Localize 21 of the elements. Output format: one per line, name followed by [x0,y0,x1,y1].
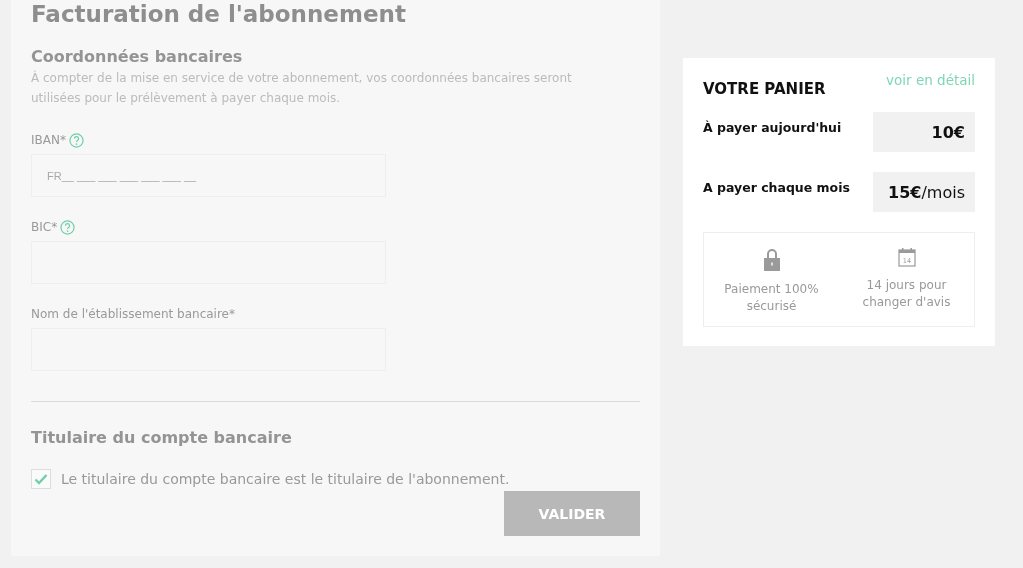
padlock-icon [762,247,781,271]
page-title: Facturation de l'abonnement [31,0,407,28]
assurance-text: Paiement 100% sécurisé [723,281,820,315]
price-amount: 15€/mois [873,172,975,212]
section-heading: Titulaire du compte bancaire [31,428,293,448]
checkbox-label: Le titulaire du compte bancaire est le titulaire de l'abonnement. [61,471,510,488]
input-field[interactable]: FR__ ___ ___ ___ ___ ___ __ [31,154,386,198]
field-label: BIC* [31,220,58,235]
cart-title: VOTRE PANIER [703,80,826,98]
field-label: Nom de l'établissement bancaire* [31,307,235,322]
section-heading: Coordonnées bancaires [31,47,244,67]
help-icon[interactable] [60,220,76,235]
checkbox[interactable] [31,469,51,490]
assurance-text: 14 jours pour changer d'avis [861,277,952,311]
price-label: À payer aujourd'hui [703,120,842,135]
field-label: IBAN* [31,133,66,148]
section-description: À compter de la mise en service de votre abonnement, vos coordonnées bancaires seront utilisées pour le prélèvement à payer chaque mois. [31,69,573,108]
help-icon[interactable] [68,133,84,148]
price-amount: 10€ [873,112,975,152]
price-label: A payer chaque mois [703,180,850,195]
detail-link[interactable]: voir en détail [886,72,975,88]
